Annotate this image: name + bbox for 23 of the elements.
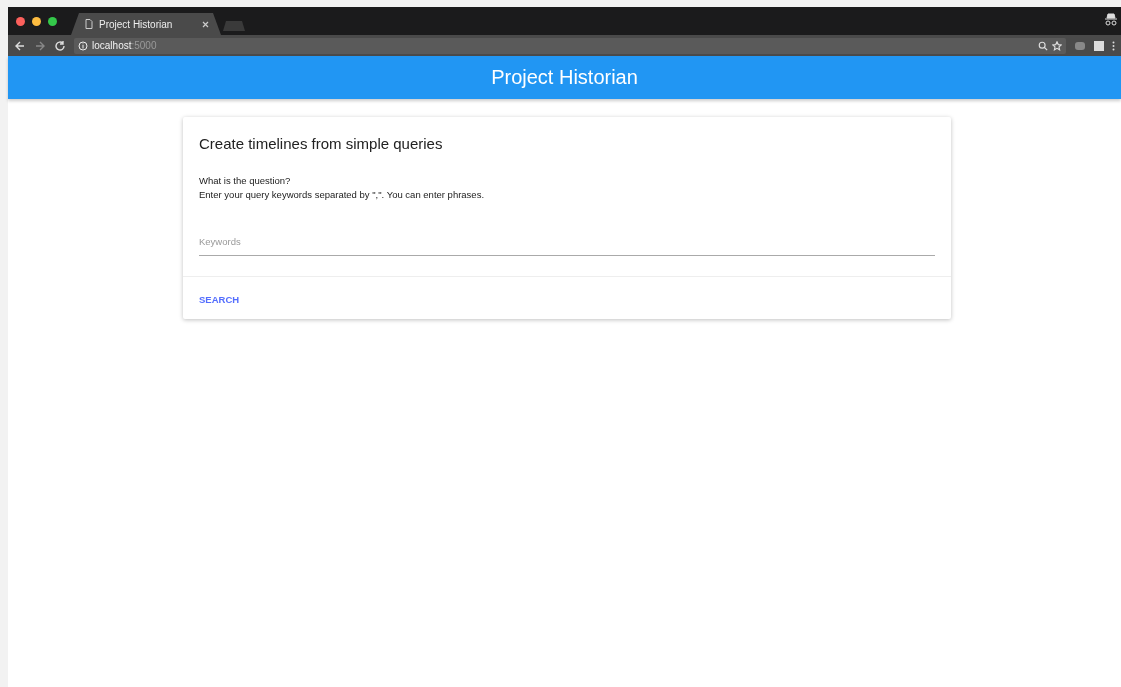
close-window-button[interactable] xyxy=(16,16,25,26)
menu-icon[interactable] xyxy=(1112,40,1115,51)
close-icon[interactable] xyxy=(202,20,209,28)
maximize-window-button[interactable] xyxy=(48,16,57,26)
extension-icon[interactable] xyxy=(1094,40,1104,51)
minimize-window-button[interactable] xyxy=(32,16,41,26)
url-host: localhost xyxy=(92,40,132,51)
browser-tab[interactable]: Project Historian xyxy=(71,13,221,35)
app-title: Project Historian xyxy=(491,66,638,89)
url-port: :5000 xyxy=(131,40,157,51)
address-bar[interactable]: localhost:5000 xyxy=(74,37,1066,54)
search-button[interactable]: SEARCH xyxy=(199,294,240,305)
star-icon[interactable] xyxy=(1052,40,1062,51)
back-icon[interactable] xyxy=(14,39,26,52)
hint-text: Enter your query keywords separated by ",". You can enter phrases. xyxy=(199,188,486,202)
forward-icon[interactable] xyxy=(34,39,46,52)
zoom-icon[interactable] xyxy=(1038,40,1048,51)
page-icon xyxy=(85,19,93,29)
reload-icon[interactable] xyxy=(54,39,66,52)
incognito-icon xyxy=(1105,13,1117,27)
info-icon[interactable] xyxy=(78,40,88,51)
question-text: What is the question? xyxy=(199,174,292,188)
card-title: Create timelines from simple queries xyxy=(199,135,444,152)
